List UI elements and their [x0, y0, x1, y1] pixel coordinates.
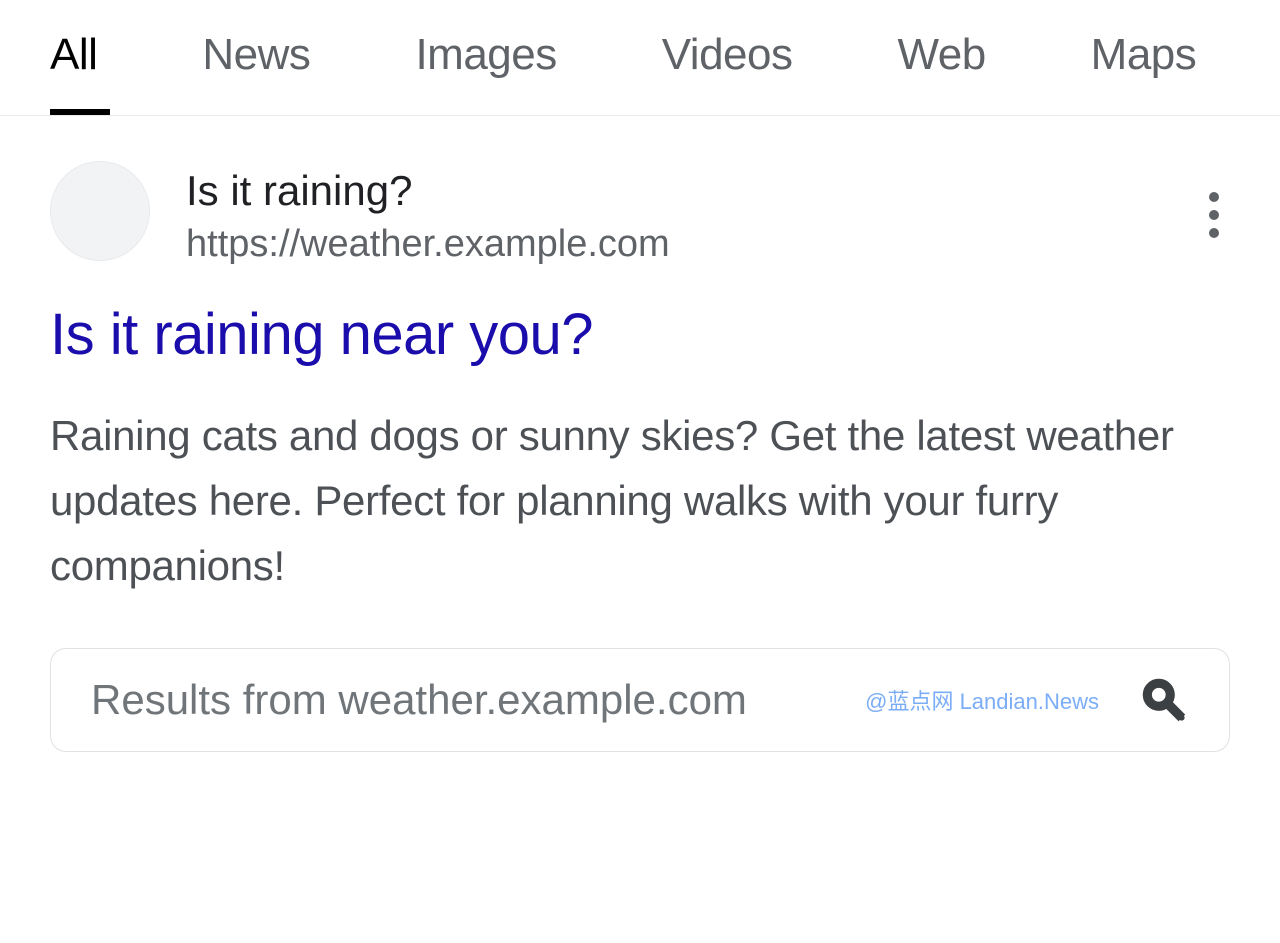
site-url: https://weather.example.com [186, 223, 1162, 266]
search-result: Is it raining? https://weather.example.c… [0, 116, 1280, 752]
tab-all[interactable]: All [50, 30, 97, 115]
tab-maps[interactable]: Maps [1091, 30, 1197, 115]
tab-images[interactable]: Images [415, 30, 556, 115]
search-tabs: All News Images Videos Web Maps [0, 0, 1280, 116]
more-options-button[interactable] [1198, 181, 1230, 254]
site-name: Is it raining? [186, 167, 1162, 215]
site-favicon-placeholder [50, 161, 150, 261]
tab-web[interactable]: Web [897, 30, 985, 115]
tab-news[interactable]: News [202, 30, 310, 115]
sitelinks-search-box[interactable]: @蓝点网 Landian.News [50, 648, 1230, 752]
site-info: Is it raining? https://weather.example.c… [186, 161, 1162, 266]
search-icon [1139, 675, 1189, 725]
result-title-link[interactable]: Is it raining near you? [50, 301, 1230, 368]
result-header: Is it raining? https://weather.example.c… [50, 161, 1230, 266]
more-vert-icon [1208, 191, 1220, 239]
sitelinks-search-button[interactable] [1139, 675, 1189, 725]
sitelinks-search-input[interactable] [91, 676, 1139, 724]
result-snippet: Raining cats and dogs or sunny skies? Ge… [50, 403, 1230, 598]
tab-videos[interactable]: Videos [662, 30, 793, 115]
